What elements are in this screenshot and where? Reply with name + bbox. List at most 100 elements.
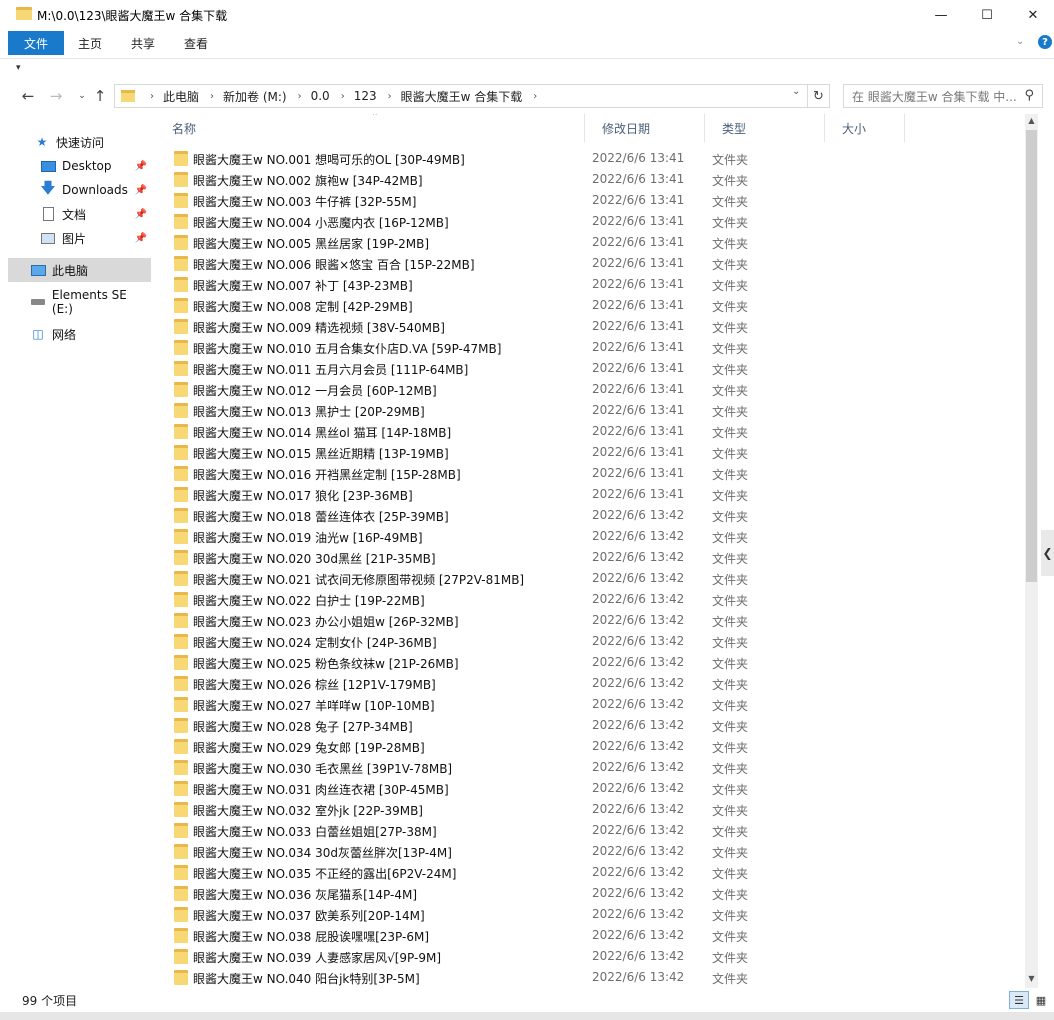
back-button[interactable]: ←: [18, 86, 38, 106]
file-row[interactable]: 眼酱大魔王w NO.018 蕾丝连体衣 [25P-39MB] 2022/6/6 1…: [155, 505, 1025, 526]
nav-item-documents[interactable]: 文档 📌: [8, 202, 151, 226]
maximize-button[interactable]: ☐: [964, 0, 1010, 30]
nav-item-elements-drive[interactable]: Elements SE (E:): [8, 288, 151, 316]
close-button[interactable]: ✕: [1010, 0, 1054, 30]
file-row[interactable]: 眼酱大魔王w NO.009 精选视频 [38V-540MB] 2022/6/6 1…: [155, 316, 1025, 337]
pin-icon[interactable]: 📌: [135, 209, 147, 220]
tab-file[interactable]: 文件: [8, 31, 64, 55]
column-header: ⌃ 名称 修改日期 类型 大小: [155, 114, 1025, 142]
nav-item-network[interactable]: ◫ 网络: [8, 322, 151, 346]
column-type[interactable]: 类型: [705, 114, 825, 142]
file-row[interactable]: 眼酱大魔王w NO.033 白蕾丝姐姐[27P-38M] 2022/6/6 13:…: [155, 820, 1025, 841]
file-row[interactable]: 眼酱大魔王w NO.032 室外jk [22P-39MB] 2022/6/6 13…: [155, 799, 1025, 820]
file-row[interactable]: 眼酱大魔王w NO.021 试衣间无修原图带视频 [27P2V-81MB] 202…: [155, 568, 1025, 589]
folder-icon: [174, 760, 188, 775]
breadcrumb-item[interactable]: 新加卷 (M:): [223, 88, 287, 105]
file-row[interactable]: 眼酱大魔王w NO.004 小恶魔内衣 [16P-12MB] 2022/6/6 1…: [155, 211, 1025, 232]
folder-icon: [174, 718, 188, 733]
refresh-button[interactable]: ↻: [808, 84, 830, 108]
file-row[interactable]: 眼酱大魔王w NO.037 欧美系列[20P-14M] 2022/6/6 13:4…: [155, 904, 1025, 925]
chevron-down-icon[interactable]: ⌄: [1016, 36, 1024, 47]
file-row[interactable]: 眼酱大魔王w NO.010 五月合集女仆店D.VA [59P-47MB] 2022…: [155, 337, 1025, 358]
breadcrumb-item[interactable]: 此电脑: [163, 88, 199, 105]
search-input[interactable]: 在 眼酱大魔王w 合集下载 中... ⚲: [843, 84, 1043, 108]
file-row[interactable]: 眼酱大魔王w NO.012 一月会员 [60P-12MB] 2022/6/6 13…: [155, 379, 1025, 400]
file-row[interactable]: 眼酱大魔王w NO.006 眼酱×悠宝 百合 [15P-22MB] 2022/6/…: [155, 253, 1025, 274]
file-row[interactable]: 眼酱大魔王w NO.027 羊咩咩w [10P-10MB] 2022/6/6 13…: [155, 694, 1025, 715]
file-date: 2022/6/6 13:42: [592, 508, 685, 522]
file-row[interactable]: 眼酱大魔王w NO.034 30d灰蕾丝胖次[13P-4M] 2022/6/6 1…: [155, 841, 1025, 862]
address-bar[interactable]: › 此电脑 › 新加卷 (M:) › 0.0 › 123 › 眼酱大魔王w 合集…: [114, 84, 808, 108]
column-name[interactable]: 名称: [155, 114, 585, 142]
scrollbar-thumb[interactable]: [1026, 130, 1037, 582]
file-row[interactable]: 眼酱大魔王w NO.026 棕丝 [12P1V-179MB] 2022/6/6 1…: [155, 673, 1025, 694]
file-row[interactable]: 眼酱大魔王w NO.015 黑丝近期精 [13P-19MB] 2022/6/6 1…: [155, 442, 1025, 463]
nav-item-pictures[interactable]: 图片 📌: [8, 226, 151, 250]
file-type: 文件夹: [712, 951, 749, 965]
nav-item-quick-access[interactable]: ★ 快速访问: [8, 130, 151, 154]
folder-icon: [174, 151, 188, 166]
breadcrumb-item[interactable]: 0.0: [311, 89, 330, 103]
file-row[interactable]: 眼酱大魔王w NO.003 牛仔裤 [32P-55M] 2022/6/6 13:4…: [155, 190, 1025, 211]
vertical-scrollbar[interactable]: ▲ ▼: [1025, 114, 1038, 988]
breadcrumb-item[interactable]: 123: [354, 89, 377, 103]
column-date-modified[interactable]: 修改日期: [585, 114, 705, 142]
file-row[interactable]: 眼酱大魔王w NO.029 兔女郎 [19P-28MB] 2022/6/6 13:…: [155, 736, 1025, 757]
file-row[interactable]: 眼酱大魔王w NO.039 人妻感家居风√[9P-9M] 2022/6/6 13:…: [155, 946, 1025, 967]
file-row[interactable]: 眼酱大魔王w NO.031 肉丝连衣裙 [30P-45MB] 2022/6/6 1…: [155, 778, 1025, 799]
file-row[interactable]: 眼酱大魔王w NO.038 屁股诶嘿嘿[23P-6M] 2022/6/6 13:4…: [155, 925, 1025, 946]
minimize-button[interactable]: —: [918, 0, 964, 30]
file-row[interactable]: 眼酱大魔王w NO.022 白护士 [19P-22MB] 2022/6/6 13:…: [155, 589, 1025, 610]
file-row[interactable]: 眼酱大魔王w NO.036 灰尾猫系[14P-4M] 2022/6/6 13:42…: [155, 883, 1025, 904]
breadcrumb-item[interactable]: 眼酱大魔王w 合集下载: [401, 88, 523, 105]
recent-locations-icon[interactable]: ⌄: [72, 86, 92, 106]
scroll-down-icon[interactable]: ▼: [1025, 974, 1038, 986]
preview-pane-toggle[interactable]: ❮: [1041, 530, 1054, 576]
file-name: 眼酱大魔王w NO.009 精选视频 [38V-540MB]: [193, 321, 445, 335]
file-row[interactable]: 眼酱大魔王w NO.019 油光w [16P-49MB] 2022/6/6 13:…: [155, 526, 1025, 547]
file-type: 文件夹: [712, 321, 749, 335]
tab-share[interactable]: 共享: [131, 31, 155, 55]
column-size[interactable]: 大小: [825, 114, 905, 142]
folder-icon: [121, 90, 135, 102]
file-row[interactable]: 眼酱大魔王w NO.028 兔子 [27P-34MB] 2022/6/6 13:4…: [155, 715, 1025, 736]
file-row[interactable]: 眼酱大魔王w NO.030 毛衣黑丝 [39P1V-78MB] 2022/6/6 …: [155, 757, 1025, 778]
file-row[interactable]: 眼酱大魔王w NO.020 30d黑丝 [21P-35MB] 2022/6/6 1…: [155, 547, 1025, 568]
tab-view[interactable]: 查看: [184, 31, 208, 55]
file-row[interactable]: 眼酱大魔王w NO.002 旗袍w [34P-42MB] 2022/6/6 13:…: [155, 169, 1025, 190]
nav-item-this-pc[interactable]: 此电脑: [8, 258, 151, 282]
file-row[interactable]: 眼酱大魔王w NO.013 黑护士 [20P-29MB] 2022/6/6 13:…: [155, 400, 1025, 421]
file-type: 文件夹: [712, 342, 749, 356]
file-row[interactable]: 眼酱大魔王w NO.014 黑丝ol 猫耳 [14P-18MB] 2022/6/6…: [155, 421, 1025, 442]
folder-icon: [174, 949, 188, 964]
file-row[interactable]: 眼酱大魔王w NO.011 五月六月会员 [111P-64MB] 2022/6/6…: [155, 358, 1025, 379]
details-view-icon[interactable]: ☰: [1009, 991, 1029, 1009]
file-row[interactable]: 眼酱大魔王w NO.040 阳台jk特别[3P-5M] 2022/6/6 13:4…: [155, 967, 1025, 988]
pin-icon[interactable]: 📌: [135, 185, 147, 196]
forward-button[interactable]: →: [46, 86, 66, 106]
address-dropdown-icon[interactable]: ⌄: [792, 86, 800, 97]
nav-item-desktop[interactable]: Desktop 📌: [8, 154, 151, 178]
file-date: 2022/6/6 13:41: [592, 172, 685, 186]
file-row[interactable]: 眼酱大魔王w NO.017 狼化 [23P-36MB] 2022/6/6 13:4…: [155, 484, 1025, 505]
file-row[interactable]: 眼酱大魔王w NO.023 办公小姐姐w [26P-32MB] 2022/6/6 …: [155, 610, 1025, 631]
file-type: 文件夹: [712, 594, 749, 608]
file-row[interactable]: 眼酱大魔王w NO.007 补丁 [43P-23MB] 2022/6/6 13:4…: [155, 274, 1025, 295]
tab-home[interactable]: 主页: [78, 31, 102, 55]
file-row[interactable]: 眼酱大魔王w NO.001 想喝可乐的OL [30P-49MB] 2022/6/6…: [155, 148, 1025, 169]
file-row[interactable]: 眼酱大魔王w NO.035 不正经的露出[6P2V-24M] 2022/6/6 1…: [155, 862, 1025, 883]
file-row[interactable]: 眼酱大魔王w NO.008 定制 [42P-29MB] 2022/6/6 13:4…: [155, 295, 1025, 316]
nav-item-downloads[interactable]: 🡇 Downloads 📌: [8, 178, 151, 202]
large-icons-view-icon[interactable]: ▦: [1031, 991, 1051, 1009]
up-button[interactable]: ↑: [90, 86, 110, 106]
customize-toolbar-icon[interactable]: ▾: [16, 63, 21, 73]
folder-icon: [174, 172, 188, 187]
file-row[interactable]: 眼酱大魔王w NO.016 开裆黑丝定制 [15P-28MB] 2022/6/6 …: [155, 463, 1025, 484]
file-row[interactable]: 眼酱大魔王w NO.024 定制女仆 [24P-36MB] 2022/6/6 13…: [155, 631, 1025, 652]
file-row[interactable]: 眼酱大魔王w NO.025 粉色条纹袜w [21P-26MB] 2022/6/6 …: [155, 652, 1025, 673]
file-row[interactable]: 眼酱大魔王w NO.005 黑丝居家 [19P-2MB] 2022/6/6 13:…: [155, 232, 1025, 253]
pin-icon[interactable]: 📌: [135, 233, 147, 244]
scroll-up-icon[interactable]: ▲: [1025, 116, 1038, 128]
pin-icon[interactable]: 📌: [135, 161, 147, 172]
help-icon[interactable]: ?: [1038, 35, 1052, 49]
